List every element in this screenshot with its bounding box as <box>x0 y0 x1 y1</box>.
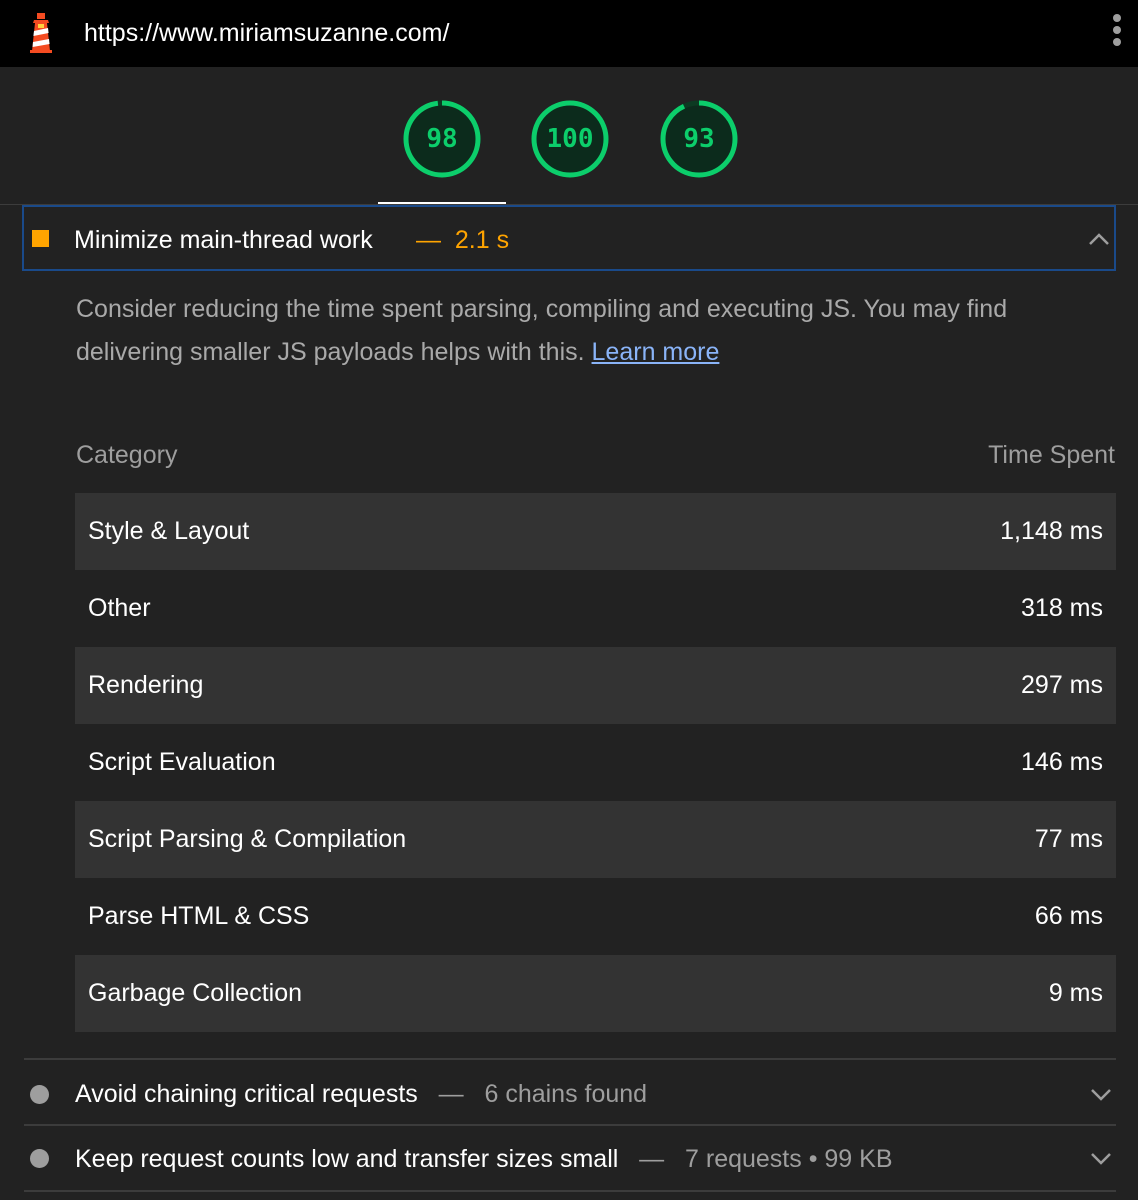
audit-row-value: 7 requests • 99 KB <box>685 1145 893 1173</box>
audit-row-critical-chains[interactable]: Avoid chaining critical requests — 6 cha… <box>24 1060 1116 1126</box>
row-category: Garbage Collection <box>88 979 303 1007</box>
table-row: Style & Layout 1,148 ms <box>75 493 1116 570</box>
active-tab-indicator <box>378 202 506 204</box>
audit-row-separator: — <box>438 1080 464 1108</box>
audit-description-text: Consider reducing the time spent parsing… <box>76 295 1008 366</box>
audit-row-separator: — <box>639 1145 665 1173</box>
row-time: 66 ms <box>1034 902 1103 930</box>
average-square-icon <box>32 230 49 247</box>
chevron-up-icon[interactable] <box>1086 227 1112 251</box>
top-bar: https://www.miriamsuzanne.com/ <box>0 0 1138 67</box>
score-value: 100 <box>546 124 594 154</box>
column-header-time: Time Spent <box>988 441 1115 469</box>
row-category: Other <box>88 594 151 622</box>
score-gauge[interactable]: 93 <box>660 100 738 178</box>
audit-description: Consider reducing the time spent parsing… <box>76 288 1076 374</box>
row-time: 77 ms <box>1034 825 1103 853</box>
chevron-down-icon[interactable] <box>1088 1082 1114 1106</box>
neutral-dot-icon <box>30 1149 49 1168</box>
row-time: 297 ms <box>1021 671 1103 699</box>
page-url[interactable]: https://www.miriamsuzanne.com/ <box>84 17 449 49</box>
audit-display-value: — 2.1 s <box>416 225 509 255</box>
audit-row-text: Avoid chaining critical requests — 6 cha… <box>75 1079 647 1109</box>
audit-row-text: Keep request counts low and transfer siz… <box>75 1144 893 1174</box>
row-category: Script Parsing & Compilation <box>88 825 407 853</box>
lighthouse-logo-icon <box>30 13 52 53</box>
score-gauges: 98 100 93 <box>0 67 1138 205</box>
audit-title: Minimize main-thread work <box>74 226 373 254</box>
row-time: 1,148 ms <box>1000 517 1103 545</box>
audit-row-request-counts[interactable]: Keep request counts low and transfer siz… <box>24 1126 1116 1192</box>
row-category: Parse HTML & CSS <box>88 902 310 930</box>
audit-row-title: Avoid chaining critical requests <box>75 1080 418 1108</box>
more-options-icon[interactable] <box>1106 14 1128 54</box>
score-value: 93 <box>683 124 715 154</box>
row-category: Script Evaluation <box>88 748 276 776</box>
score-gauge[interactable]: 100 <box>531 100 609 178</box>
table-row: Parse HTML & CSS 66 ms <box>75 878 1116 955</box>
audit-separator: — <box>416 226 441 254</box>
column-header-category: Category <box>76 441 178 469</box>
learn-more-link[interactable]: Learn more <box>592 338 720 366</box>
audit-value-text: 2.1 s <box>454 226 510 254</box>
table-row: Other 318 ms <box>75 570 1116 647</box>
table-row: Rendering 297 ms <box>75 647 1116 724</box>
table-row: Script Evaluation 146 ms <box>75 724 1116 801</box>
main-thread-table: Style & Layout 1,148 ms Other 318 ms Ren… <box>75 493 1116 1032</box>
audit-row-value: 6 chains found <box>484 1080 648 1108</box>
row-category: Style & Layout <box>88 517 250 545</box>
table-row: Script Parsing & Compilation 77 ms <box>75 801 1116 878</box>
chevron-down-icon[interactable] <box>1088 1146 1114 1170</box>
divider <box>24 1190 1116 1192</box>
score-value: 98 <box>426 124 458 154</box>
row-time: 146 ms <box>1021 748 1103 776</box>
row-time: 9 ms <box>1048 979 1103 1007</box>
table-row: Garbage Collection 9 ms <box>75 955 1116 1032</box>
audit-row-title: Keep request counts low and transfer siz… <box>75 1145 619 1173</box>
audit-header-main-thread[interactable]: Minimize main-thread work — 2.1 s <box>22 205 1116 271</box>
row-category: Rendering <box>88 671 204 699</box>
row-time: 318 ms <box>1021 594 1103 622</box>
score-gauge[interactable]: 98 <box>403 100 481 178</box>
neutral-dot-icon <box>30 1085 49 1104</box>
